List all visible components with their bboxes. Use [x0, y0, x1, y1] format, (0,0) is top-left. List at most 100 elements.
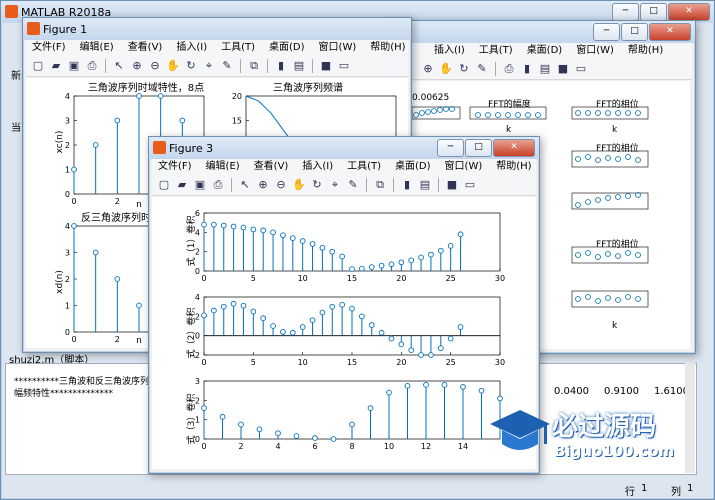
new-figure-icon[interactable]: ▢ — [30, 58, 46, 74]
x-tick-label: 2 — [115, 197, 120, 206]
zoom-in-icon[interactable]: ⊕ — [129, 58, 145, 74]
zoom-out-icon[interactable]: ⊖ — [273, 177, 289, 193]
x-tick-label: 30 — [495, 358, 505, 367]
maximize-button[interactable]: □ — [465, 139, 492, 157]
menu-file[interactable]: 文件(F) — [32, 40, 66, 56]
zoom-in-icon[interactable]: ⊕ — [255, 177, 271, 193]
menu-help[interactable]: 帮助(H) — [370, 40, 405, 56]
hide-tools-icon[interactable]: ■ — [555, 61, 571, 77]
menu-window[interactable]: 窗口(W) — [576, 43, 614, 59]
x-tick-label: 5 — [251, 274, 256, 283]
y-tick-label: 4 — [65, 92, 70, 101]
menu-desktop[interactable]: 桌面(D) — [527, 43, 563, 59]
command-value: 0.0400 — [554, 386, 589, 397]
rotate-icon[interactable]: ↻ — [456, 61, 472, 77]
save-icon[interactable]: ▣ — [192, 177, 208, 193]
dock-icon[interactable]: ▭ — [462, 177, 478, 193]
brush-icon[interactable]: ✎ — [474, 61, 490, 77]
figure1-toolbar: ▢ ▰ ▣ ⎙ ↖ ⊕ ⊖ ✋ ↻ ⌖ ✎ ⧉ ▮ ▤ ■ ▭ — [26, 56, 408, 77]
menu-edit[interactable]: 编辑(E) — [206, 159, 240, 175]
pan-icon[interactable]: ✋ — [438, 61, 454, 77]
zoom-in-icon[interactable]: ⊕ — [420, 61, 436, 77]
menu-desktop[interactable]: 桌面(D) — [269, 40, 305, 56]
print-icon[interactable]: ⎙ — [501, 61, 517, 77]
y-tick-label: 2 — [65, 275, 70, 284]
menu-window[interactable]: 窗口(W) — [319, 40, 357, 56]
stem-marker — [157, 93, 164, 99]
save-icon[interactable]: ▣ — [66, 58, 82, 74]
menu-desktop[interactable]: 桌面(D) — [395, 159, 431, 175]
menu-tools[interactable]: 工具(T) — [479, 43, 513, 59]
stem-marker — [349, 266, 355, 272]
data-cursor-icon[interactable]: ⌖ — [327, 177, 343, 193]
menu-file[interactable]: 文件(F) — [158, 159, 192, 175]
menu-insert[interactable]: 插入(I) — [302, 159, 333, 175]
stem-marker — [457, 324, 464, 330]
menu-view[interactable]: 查看(V) — [254, 159, 289, 175]
close-button[interactable]: ✕ — [668, 3, 710, 21]
print-icon[interactable]: ⎙ — [84, 58, 100, 74]
menu-insert[interactable]: 插入(I) — [176, 40, 207, 56]
legend-icon[interactable]: ▤ — [417, 177, 433, 193]
minimize-button[interactable]: ─ — [593, 23, 620, 41]
stem-marker — [349, 305, 355, 312]
rotate-icon[interactable]: ↻ — [309, 177, 325, 193]
menu-window[interactable]: 窗口(W) — [445, 159, 483, 175]
menu-help[interactable]: 帮助(H) — [496, 159, 531, 175]
minimize-button[interactable]: ─ — [437, 139, 464, 157]
stem-marker — [275, 430, 281, 437]
menu-tools[interactable]: 工具(T) — [347, 159, 381, 175]
pan-icon[interactable]: ✋ — [291, 177, 307, 193]
stem-marker — [136, 93, 142, 99]
rotate-icon[interactable]: ↻ — [183, 58, 199, 74]
menu-edit[interactable]: 编辑(E) — [80, 40, 114, 56]
menu-view[interactable]: 查看(V) — [128, 40, 163, 56]
data-cursor-icon[interactable]: ⌖ — [201, 58, 217, 74]
stem-marker — [238, 421, 244, 428]
legend-icon[interactable]: ▤ — [537, 61, 553, 77]
dock-icon[interactable]: ▭ — [573, 61, 589, 77]
maximize-button[interactable]: □ — [621, 23, 648, 41]
brush-icon[interactable]: ✎ — [345, 177, 361, 193]
figure3-title-bar: Figure 3 ─ □ ✕ — [149, 137, 539, 159]
stem-marker — [388, 335, 395, 342]
zoom-out-icon[interactable]: ⊖ — [147, 58, 163, 74]
close-button[interactable]: ✕ — [649, 23, 691, 41]
menu-tools[interactable]: 工具(T) — [221, 40, 255, 56]
watermark-url: Biguo100.com — [554, 442, 675, 460]
menu-insert[interactable]: 插入(I) — [434, 43, 465, 59]
stem-marker — [280, 328, 286, 335]
open-icon[interactable]: ▰ — [48, 58, 64, 74]
new-figure-icon[interactable]: ▢ — [156, 177, 172, 193]
colorbar-icon[interactable]: ▮ — [399, 177, 415, 193]
colorbar-icon[interactable]: ▮ — [519, 61, 535, 77]
x-tick-label: 4 — [275, 442, 280, 451]
open-icon[interactable]: ▰ — [174, 177, 190, 193]
maximize-button[interactable]: □ — [640, 3, 667, 21]
y-tick-label: 6 — [195, 209, 200, 218]
x-tick-label: 2 — [238, 442, 243, 451]
pointer-icon[interactable]: ↖ — [111, 58, 127, 74]
hide-tools-icon[interactable]: ■ — [318, 58, 334, 74]
dock-icon[interactable]: ▭ — [336, 58, 352, 74]
print-icon[interactable]: ⎙ — [210, 177, 226, 193]
stem-marker — [388, 261, 395, 268]
brush-icon[interactable]: ✎ — [219, 58, 235, 74]
hide-tools-icon[interactable]: ■ — [444, 177, 460, 193]
legend-icon[interactable]: ▤ — [291, 58, 307, 74]
x-tick-label: 10 — [384, 442, 394, 451]
pan-icon[interactable]: ✋ — [165, 58, 181, 74]
colorbar-icon[interactable]: ▮ — [273, 58, 289, 74]
pointer-icon[interactable]: ↖ — [237, 177, 253, 193]
link-icon[interactable]: ⧉ — [246, 58, 262, 74]
menu-help[interactable]: 帮助(H) — [628, 43, 663, 59]
stem-marker — [437, 247, 444, 254]
y-tick-label: 3 — [65, 249, 70, 258]
stem-marker — [329, 303, 336, 310]
watermark: 必过源码 Biguo100.com — [488, 402, 713, 472]
link-icon[interactable]: ⧉ — [372, 177, 388, 193]
x-tick-label: 10 — [298, 358, 308, 367]
close-button[interactable]: ✕ — [493, 139, 535, 157]
figure-icon — [27, 22, 40, 35]
minimize-button[interactable]: ─ — [612, 3, 639, 21]
